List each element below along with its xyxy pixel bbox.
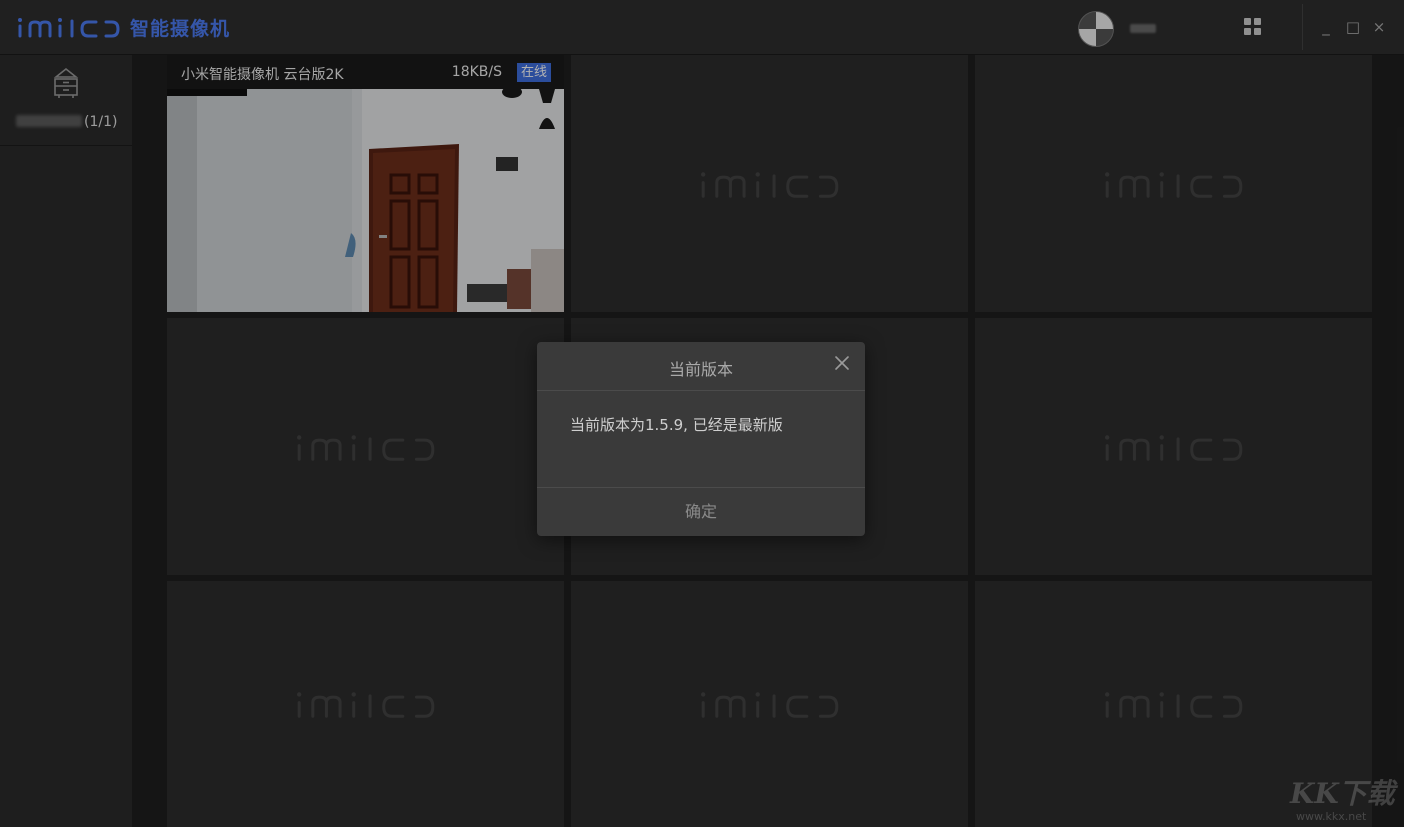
- dialog-message: 当前版本为1.5.9, 已经是最新版: [570, 416, 783, 434]
- close-icon[interactable]: [831, 352, 853, 374]
- version-dialog: 当前版本 当前版本为1.5.9, 已经是最新版 确定: [537, 342, 865, 536]
- confirm-button[interactable]: 确定: [537, 488, 865, 536]
- dialog-title: 当前版本: [668, 360, 733, 379]
- dialog-divider: [537, 390, 865, 391]
- site-watermark: KK下载: [1290, 777, 1395, 810]
- site-watermark-url: www.kkx.net: [1296, 810, 1367, 823]
